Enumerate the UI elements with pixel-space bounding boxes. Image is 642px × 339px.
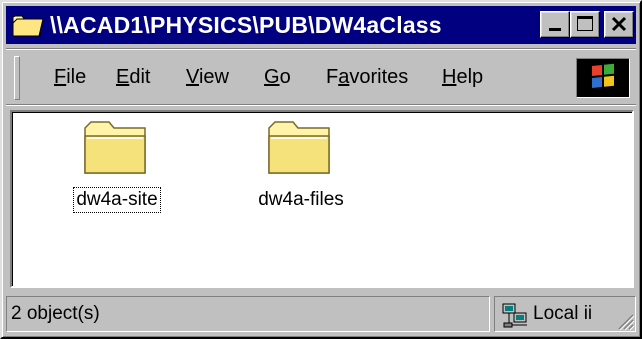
minimize-button[interactable]: [540, 11, 570, 38]
zone-label: Local ii: [533, 303, 593, 324]
menu-bar: File Edit View Go Favorites Help: [6, 48, 636, 106]
title-bar[interactable]: \\ACAD1\PHYSICS\PUB\DW4aClass: [6, 6, 636, 44]
explorer-window: \\ACAD1\PHYSICS\PUB\DW4aClass File Edit …: [0, 0, 642, 339]
close-button[interactable]: [604, 11, 634, 38]
close-icon: [611, 16, 627, 32]
menu-help[interactable]: Help: [440, 63, 485, 91]
local-intranet-icon: [502, 303, 527, 328]
maximize-button[interactable]: [570, 11, 600, 38]
menu-favorites[interactable]: Favorites: [324, 63, 410, 91]
menu-file[interactable]: File: [52, 63, 88, 91]
toolbar-grip[interactable]: [14, 56, 20, 100]
folder-icon[interactable]: [12, 12, 44, 38]
maximize-icon: [577, 16, 593, 31]
list-item[interactable]: dw4a-files: [236, 118, 366, 228]
zone-panel[interactable]: Local ii: [494, 296, 636, 332]
menu-edit[interactable]: Edit: [114, 63, 152, 91]
windows-logo-icon: [576, 58, 630, 98]
menu-view[interactable]: View: [184, 63, 231, 91]
menu-go[interactable]: Go: [262, 63, 293, 91]
folder-icon: [84, 121, 146, 174]
folder-view[interactable]: dw4a-site dw4a-files: [10, 110, 634, 288]
status-bar: 2 object(s) Local ii: [6, 294, 636, 334]
list-item[interactable]: dw4a-site: [52, 118, 182, 228]
object-count: 2 object(s): [6, 296, 490, 332]
item-label: dw4a-site: [73, 187, 161, 213]
minimize-icon: [549, 28, 561, 31]
folder-icon: [268, 121, 330, 174]
size-grip-icon[interactable]: [613, 309, 635, 331]
window-title: \\ACAD1\PHYSICS\PUB\DW4aClass: [50, 12, 442, 38]
item-label: dw4a-files: [258, 189, 344, 210]
